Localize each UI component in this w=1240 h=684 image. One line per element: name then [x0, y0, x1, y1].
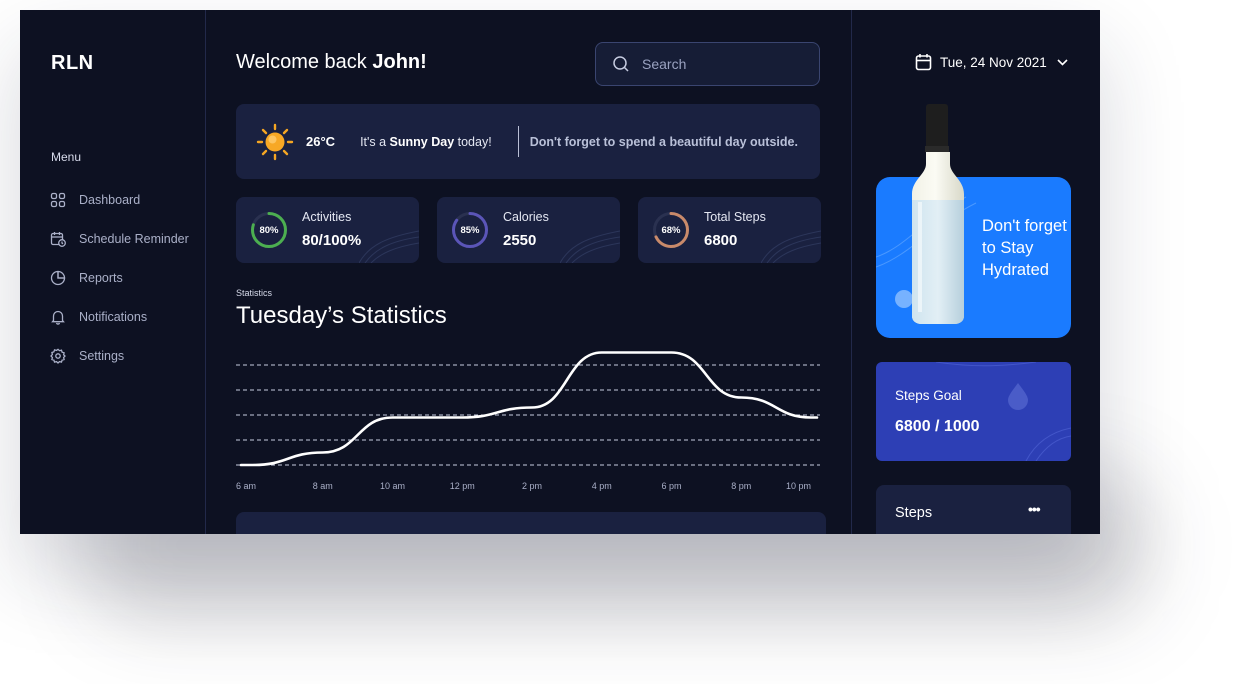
steps-goal-card[interactable]: Steps Goal 6800 / 1000	[876, 362, 1071, 461]
bottom-panel	[236, 512, 826, 534]
sidebar-item-label: Dashboard	[79, 192, 141, 207]
search-input[interactable]	[640, 55, 794, 73]
hydration-message: Don't forget to Stay Hydrated	[982, 217, 1067, 279]
steps-goal-value: 6800 / 1000	[895, 418, 980, 435]
search-box[interactable]	[595, 42, 820, 86]
card-label: Activities	[302, 210, 352, 224]
card-decoration	[359, 230, 419, 263]
right-panel: Tue, 24 Nov 2021 Don't forget to Stay Hy…	[851, 10, 1100, 534]
temperature-unit: °C	[320, 134, 336, 149]
more-options-button[interactable]: •••	[1028, 501, 1041, 517]
total-steps-card[interactable]: 68% Total Steps 6800	[638, 197, 821, 263]
sidebar-item-label: Notifications	[79, 309, 148, 324]
sidebar: RLN Menu Dashboard Schedule Reminder Rep…	[20, 10, 206, 534]
welcome-prefix: Welcome back	[236, 51, 373, 73]
statistics-chart: 6 am 8 am 10 am 12 pm 2 pm 4 pm 6 pm 8 pm 10 pm	[236, 351, 820, 491]
sidebar-item-label: Settings	[79, 348, 125, 363]
temperature-value: 26	[306, 134, 321, 149]
progress-percent: 80%	[259, 224, 279, 236]
user-name: John!	[372, 51, 427, 73]
card-decoration	[761, 230, 821, 263]
statistics-title: Tuesday’s Statistics	[236, 302, 447, 329]
welcome-heading: Welcome back John!	[236, 51, 427, 74]
steps-card-title: Steps	[895, 505, 933, 521]
chart-x-tick-label: 4 pm	[592, 481, 612, 491]
date-text: Tue, 24 Nov 2021	[940, 54, 1047, 70]
weather-prefix: It's a	[360, 134, 390, 149]
steps-goal-label: Steps Goal	[895, 388, 962, 403]
chart-x-tick-label: 6 am	[236, 481, 256, 491]
main-content: Welcome back John! 26°C	[206, 10, 850, 534]
chart-x-tick-label: 10 am	[380, 481, 405, 491]
menu-label: Menu	[51, 150, 82, 164]
sidebar-item-reports[interactable]: Reports	[50, 258, 189, 297]
chart-x-tick-label: 12 pm	[450, 481, 475, 491]
sidebar-item-label: Schedule Reminder	[79, 231, 189, 246]
card-decoration	[560, 230, 620, 263]
card-value: 2550	[503, 232, 537, 249]
sidebar-item-notifications[interactable]: Notifications	[50, 297, 189, 336]
card-label: Calories	[503, 210, 549, 224]
steps-goal-decoration	[935, 362, 1071, 461]
pie-chart-icon	[50, 270, 66, 286]
progress-percent: 85%	[460, 224, 480, 236]
grid-icon	[50, 192, 66, 208]
calories-card[interactable]: 85% Calories 2550	[437, 197, 620, 263]
steps-card[interactable]: Steps •••	[876, 485, 1071, 534]
hydration-card[interactable]: Don't forget to Stay Hydrated	[876, 177, 1071, 338]
date-selector[interactable]: Tue, 24 Nov 2021	[915, 53, 1068, 71]
progress-percent: 68%	[661, 224, 681, 236]
sidebar-nav: Dashboard Schedule Reminder Reports Noti…	[50, 180, 189, 375]
weather-suffix: today!	[454, 134, 492, 149]
sidebar-item-settings[interactable]: Settings	[50, 336, 189, 375]
stat-cards: 80% Activities 80/100% 85% Calories 2550	[236, 197, 826, 263]
card-label: Total Steps	[704, 210, 766, 224]
dashboard-window: RLN Menu Dashboard Schedule Reminder Rep…	[20, 10, 1100, 534]
card-value: 80/100%	[302, 232, 362, 249]
chart-x-tick-label: 8 am	[313, 481, 333, 491]
calendar-icon	[915, 54, 932, 71]
bell-icon	[50, 309, 66, 325]
weather-condition: Sunny Day	[389, 134, 455, 149]
weather-tip: Don't forget to spend a beautiful day ou…	[529, 134, 798, 149]
weather-banner: 26°C It's a Sunny Day today! Don't forge…	[236, 104, 820, 179]
chart-x-tick-label: 8 pm	[731, 481, 751, 491]
chart-x-tick-label: 2 pm	[522, 481, 542, 491]
sidebar-item-schedule-reminder[interactable]: Schedule Reminder	[50, 219, 189, 258]
sidebar-item-dashboard[interactable]: Dashboard	[50, 180, 189, 219]
chart-x-tick-label: 10 pm	[786, 481, 811, 491]
search-icon	[613, 56, 629, 72]
sun-icon	[256, 123, 294, 160]
chart-x-tick-label: 6 pm	[661, 481, 681, 491]
statistics-label: Statistics	[236, 288, 273, 298]
gear-icon	[50, 347, 66, 364]
weather-message: It's a Sunny Day today!	[360, 135, 492, 149]
weather-divider	[517, 126, 519, 157]
activities-card[interactable]: 80% Activities 80/100%	[236, 197, 419, 263]
calendar-clock-icon	[50, 231, 66, 247]
sidebar-item-label: Reports	[79, 270, 123, 285]
app-logo: RLN	[51, 52, 94, 74]
card-value: 6800	[704, 232, 738, 249]
bottle-image	[912, 104, 964, 324]
temperature: 26°C	[306, 134, 335, 149]
chart-series-line	[239, 351, 819, 467]
chevron-down-icon	[1057, 58, 1068, 66]
